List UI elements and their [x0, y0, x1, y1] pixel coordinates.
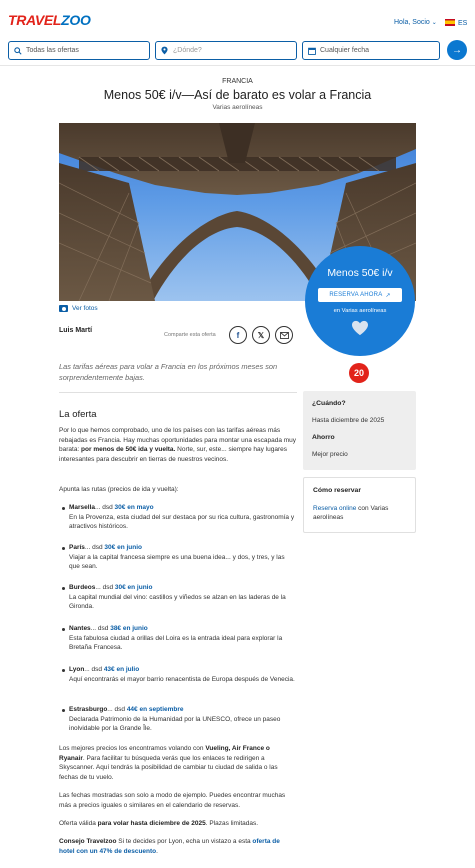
deal-lead: Las tarifas aéreas para volar a Francia …: [59, 362, 278, 382]
book-online-link[interactable]: Reserva online: [313, 505, 356, 512]
x-twitter-icon[interactable]: 𝕏: [252, 326, 270, 344]
route-price-link[interactable]: 30€ en junio: [115, 584, 153, 591]
facebook-icon[interactable]: f: [229, 326, 247, 344]
savings-value: Mejor precio: [312, 451, 348, 458]
spain-flag-icon: [445, 19, 455, 26]
where-placeholder: ¿Dónde?: [173, 47, 202, 54]
route-item: Nantes... dsd 38€ en junio Esta fabulosa …: [62, 624, 297, 653]
language-selector[interactable]: ES: [445, 19, 467, 27]
route-price-link[interactable]: 30€ en junio: [104, 544, 142, 551]
heart-icon[interactable]: [351, 320, 369, 336]
route-item: Lyon... dsd 43€ en julio Aquí encontrarás…: [62, 665, 297, 684]
route-item: Marsella... dsd 30€ en mayo En la Provenz…: [62, 503, 297, 532]
site-header: TRAVELZOO Hola, Socio ⌄ ES Todas las ofer…: [0, 0, 475, 66]
bullet: [62, 627, 65, 631]
deal-price-badge: Menos 50€ i/v RESERVA AHORA ↗ en Varias …: [305, 246, 415, 356]
route-price-link[interactable]: 43€ en julio: [104, 666, 139, 673]
when-heading: ¿Cuándo?: [312, 400, 346, 407]
deal-details-box: ¿Cuándo? Hasta diciembre de 2025 Ahorro …: [303, 391, 416, 470]
route-item: París... dsd 30€ en junio Viajar a la cap…: [62, 543, 297, 572]
top20-badge: 20: [349, 363, 369, 383]
tip-paragraph: Consejo Travelzoo Si te decides por Lyon…: [59, 838, 280, 855]
deal-provider: en Varias aerolíneas: [333, 308, 387, 314]
how-to-book-text: Reserva online con Varias aerolíneas: [313, 505, 389, 521]
how-to-book-box: Cómo reservar Reserva online con Varias …: [303, 477, 416, 533]
email-icon[interactable]: [275, 326, 293, 344]
author-name: Luis Martí: [59, 327, 93, 334]
search-submit-button[interactable]: →: [447, 40, 467, 60]
where-input[interactable]: ¿Dónde?: [155, 41, 297, 60]
greeting-label[interactable]: Hola, Socio: [394, 19, 430, 26]
bullet: [62, 586, 65, 590]
route-price-link[interactable]: 38€ en junio: [110, 625, 148, 632]
view-photos-link[interactable]: Ver fotos: [59, 305, 98, 312]
routes-intro: Apunta las rutas (precios de ida y vuelt…: [59, 486, 179, 493]
deal-subtitle: Varias aerolíneas: [212, 104, 263, 111]
offer-intro: Por lo que hemos comprobado, uno de los …: [59, 427, 297, 463]
bullet: [62, 668, 65, 672]
location-pin-icon: [160, 46, 169, 55]
deal-price: Menos 50€ i/v: [327, 267, 393, 279]
language-code: ES: [458, 20, 468, 27]
bullet: [62, 546, 65, 550]
date-input[interactable]: Cualquier fecha: [302, 41, 440, 60]
arrow-right-icon: →: [452, 44, 462, 56]
reserve-label: RESERVA AHORA: [329, 292, 383, 298]
route-item: Burdeos... dsd 30€ en junio La capital mu…: [62, 583, 297, 612]
validity-paragraph: Oferta válida para volar hasta diciembre…: [59, 820, 259, 827]
account-menu[interactable]: Hola, Socio ⌄: [394, 19, 437, 26]
dates-paragraph: Las fechas mostradas son solo a modo de …: [59, 792, 286, 809]
camera-icon: [59, 305, 68, 312]
travelzoo-logo[interactable]: TRAVELZOO: [8, 12, 91, 28]
divider: [59, 392, 297, 393]
airlines-paragraph: Los mejores precios los encontramos vola…: [59, 745, 278, 781]
route-price-link[interactable]: 44€ en septiembre: [127, 706, 184, 713]
calendar-icon: [307, 46, 316, 55]
route-item: Estrasburgo... dsd 44€ en septiembre Decl…: [62, 705, 297, 734]
share-label: Comparte esta oferta: [164, 332, 216, 338]
when-value: Hasta diciembre de 2025: [312, 417, 385, 424]
offers-search-input[interactable]: Todas las ofertas: [8, 41, 150, 60]
bullet: [62, 708, 65, 712]
search-icon: [13, 46, 22, 55]
deal-kicker: FRANCIA: [222, 78, 253, 85]
bullet: [62, 506, 65, 510]
chevron-down-icon: ⌄: [431, 20, 437, 26]
deal-title: Menos 50€ i/v—Así de barato es volar a F…: [103, 88, 372, 102]
how-to-book-heading: Cómo reservar: [313, 487, 361, 494]
date-placeholder: Cualquier fecha: [320, 47, 370, 54]
route-price-link[interactable]: 30€ en mayo: [115, 504, 154, 511]
offer-heading: La oferta: [59, 409, 97, 420]
reserve-now-button[interactable]: RESERVA AHORA ↗: [318, 288, 402, 302]
offers-placeholder: Todas las ofertas: [26, 47, 79, 54]
savings-heading: Ahorro: [312, 434, 335, 441]
view-photos-label: Ver fotos: [72, 305, 98, 312]
external-link-icon: ↗: [385, 292, 391, 299]
